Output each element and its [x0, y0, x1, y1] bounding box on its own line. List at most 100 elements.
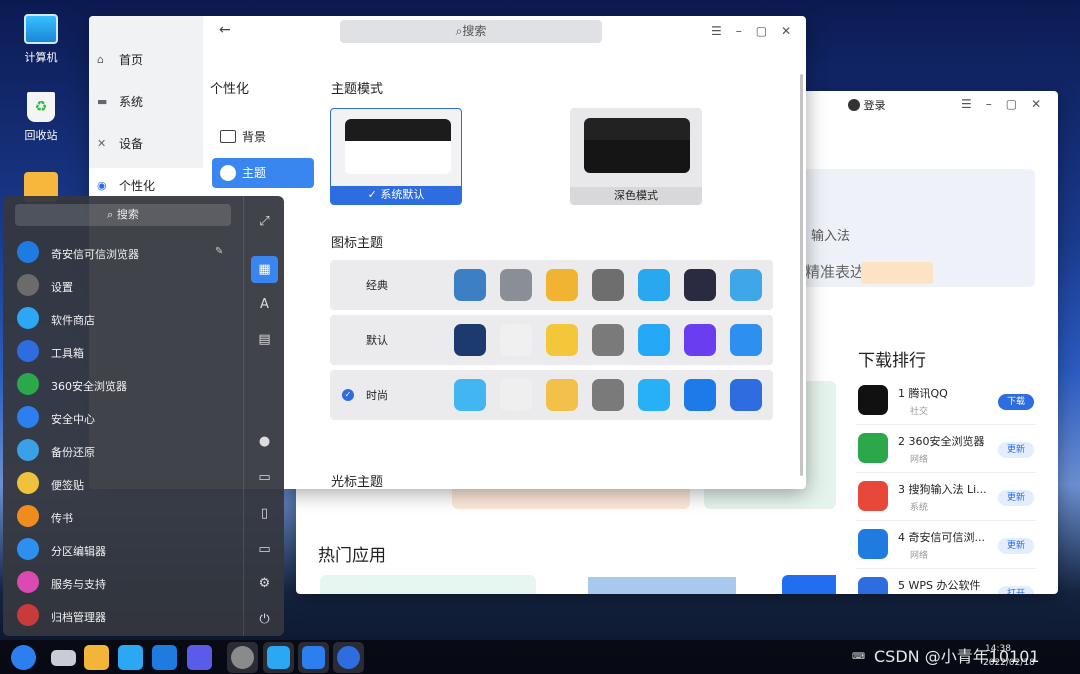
shield-icon — [302, 646, 325, 669]
desktop-icon-trash[interactable]: ♻ 回收站 — [9, 92, 73, 143]
wps-icon[interactable] — [187, 645, 212, 670]
settings-search-input[interactable]: ⌕搜索 — [340, 20, 602, 43]
multitask-icon[interactable] — [51, 650, 76, 666]
file-manager-icon[interactable] — [84, 645, 109, 670]
rank-action-button[interactable]: 更新 — [998, 490, 1034, 506]
taskbar-settings-icon[interactable] — [227, 642, 258, 673]
icon-theme-label: 时尚 — [366, 389, 388, 402]
start-menu-app-item[interactable]: 工具箱 — [13, 335, 241, 368]
theme-card-dark[interactable]: 深色模式 — [570, 108, 702, 205]
software-store-icon[interactable] — [118, 645, 143, 670]
theme-preview-light — [345, 119, 451, 174]
pin-icon[interactable]: ✎ — [215, 246, 223, 257]
gear-icon — [592, 379, 624, 411]
close-icon[interactable]: ✕ — [781, 24, 791, 38]
minimize-icon[interactable]: – — [986, 97, 992, 111]
icon-theme-row[interactable]: 默认 — [330, 315, 773, 365]
back-icon[interactable]: ← — [219, 22, 231, 38]
taskbar-toolbox-icon[interactable] — [333, 642, 364, 673]
menu-icon[interactable]: ☰ — [711, 24, 722, 38]
maximize-icon[interactable]: ▢ — [1006, 97, 1017, 111]
hot-app-card[interactable] — [782, 575, 836, 594]
sub-nav-item-background[interactable]: 背景 — [212, 122, 314, 152]
hot-app-card[interactable] — [588, 577, 736, 594]
start-menu-search-input[interactable]: ⌕ 搜索 — [15, 204, 231, 226]
settings-icon[interactable]: ⚙ — [251, 570, 278, 597]
folder-icon[interactable]: ▭ — [251, 464, 278, 491]
app-label: 软件商店 — [51, 314, 95, 327]
start-button[interactable] — [11, 645, 36, 670]
start-menu-app-item[interactable]: 便签贴 — [13, 467, 241, 500]
app-icon — [17, 373, 39, 395]
hot-app-card[interactable] — [320, 575, 536, 594]
start-menu-app-item[interactable]: 传书 — [13, 500, 241, 533]
rank-action-button[interactable]: 更新 — [998, 538, 1034, 554]
trash-icon: ♻ — [27, 92, 55, 122]
hot-apps-title: 热门应用 — [318, 546, 386, 566]
maximize-icon[interactable]: ▢ — [756, 24, 767, 38]
rank-row[interactable]: 3 搜狗输入法 Li... 系统 更新 — [856, 473, 1036, 521]
icon-theme-label: 经典 — [366, 279, 388, 292]
rank-action-button[interactable]: 下载 — [998, 394, 1034, 410]
menu-icon[interactable]: ☰ — [961, 97, 972, 111]
taskbar-store-icon[interactable] — [263, 642, 294, 673]
app-icon — [17, 274, 39, 296]
user-icon[interactable]: ● — [251, 428, 278, 455]
rank-action-button[interactable]: 更新 — [998, 442, 1034, 458]
rank-action-button[interactable]: 打开 — [998, 586, 1034, 594]
start-menu-app-item[interactable]: 设置 — [13, 269, 241, 302]
rank-app-category: 网络 — [910, 455, 929, 465]
computer-icon[interactable]: ▭ — [251, 536, 278, 563]
app-label: 传书 — [51, 512, 73, 525]
app-icon — [17, 538, 39, 560]
start-menu-app-item[interactable]: 备份还原 — [13, 434, 241, 467]
computer-icon — [454, 269, 486, 301]
start-menu-app-item[interactable]: 服务与支持 — [13, 566, 241, 599]
trash-icon — [500, 269, 532, 301]
computer-icon — [454, 379, 486, 411]
start-menu-sidebar: ⤢ ▦ A ▤ ● ▭ ▯ ▭ ⚙ ⏻ — [243, 196, 284, 636]
nav-item-system[interactable]: ▬ 系统 — [89, 84, 203, 120]
alphabet-sort-icon[interactable]: A — [251, 291, 278, 318]
taskbar-security-icon[interactable] — [298, 642, 329, 673]
start-menu-app-item[interactable]: 360安全浏览器 — [13, 368, 241, 401]
gear-icon — [592, 324, 624, 356]
user-icon — [848, 99, 860, 111]
rank-app-category: 系统 — [910, 503, 929, 513]
settings-scrollbar[interactable] — [800, 74, 803, 476]
start-menu-app-item[interactable]: 归档管理器 — [13, 599, 241, 632]
close-icon[interactable]: ✕ — [1031, 97, 1041, 111]
nav-item-device[interactable]: ✕ 设备 — [89, 126, 203, 162]
store-banner[interactable]: 输入法 精准表达 — [791, 169, 1035, 287]
start-menu-app-item[interactable]: 软件商店 — [13, 302, 241, 335]
icon-theme-row[interactable]: ✓ 时尚 — [330, 370, 773, 420]
rank-row[interactable]: 1 腾讯QQ 社交 下载 — [856, 377, 1036, 425]
power-icon[interactable]: ⏻ — [251, 606, 278, 633]
store-icon — [638, 379, 670, 411]
start-menu-app-item[interactable]: 奇安信可信浏览器 — [13, 236, 241, 269]
rank-row[interactable]: 5 WPS 办公软件 打开 — [856, 569, 1036, 594]
rank-row[interactable]: 2 360安全浏览器 网络 更新 — [856, 425, 1036, 473]
sub-nav-item-theme[interactable]: 主题 — [212, 158, 314, 188]
app-icon — [17, 340, 39, 362]
icon-theme-row[interactable]: 经典 — [330, 260, 773, 310]
home-icon: ⌂ — [97, 53, 104, 66]
start-menu-app-item[interactable]: 安全中心 — [13, 401, 241, 434]
rank-row[interactable]: 4 奇安信可信浏... 网络 更新 — [856, 521, 1036, 569]
nav-item-home[interactable]: ⌂ 首页 — [89, 42, 203, 78]
login-button[interactable]: 登录 — [848, 97, 886, 113]
minimize-icon[interactable]: – — [736, 24, 742, 38]
desktop-icon-computer[interactable]: 计算机 — [9, 14, 73, 65]
fullscreen-icon[interactable]: ⤢ — [251, 208, 278, 235]
start-menu-app-item[interactable]: 分区编辑器 — [13, 533, 241, 566]
browser-icon[interactable] — [152, 645, 177, 670]
app-label: 备份还原 — [51, 446, 95, 459]
category-icon[interactable]: ▤ — [251, 326, 278, 353]
watermark: CSDN @小青年10101 — [874, 647, 1040, 666]
toolbox-icon — [730, 379, 762, 411]
document-icon[interactable]: ▯ — [251, 500, 278, 527]
theme-card-default[interactable]: ✓ 系统默认 — [330, 108, 462, 205]
all-apps-icon[interactable]: ▦ — [251, 256, 278, 283]
keyboard-icon[interactable]: ⌨ — [852, 652, 865, 662]
monitor-icon: ▬ — [97, 95, 108, 108]
